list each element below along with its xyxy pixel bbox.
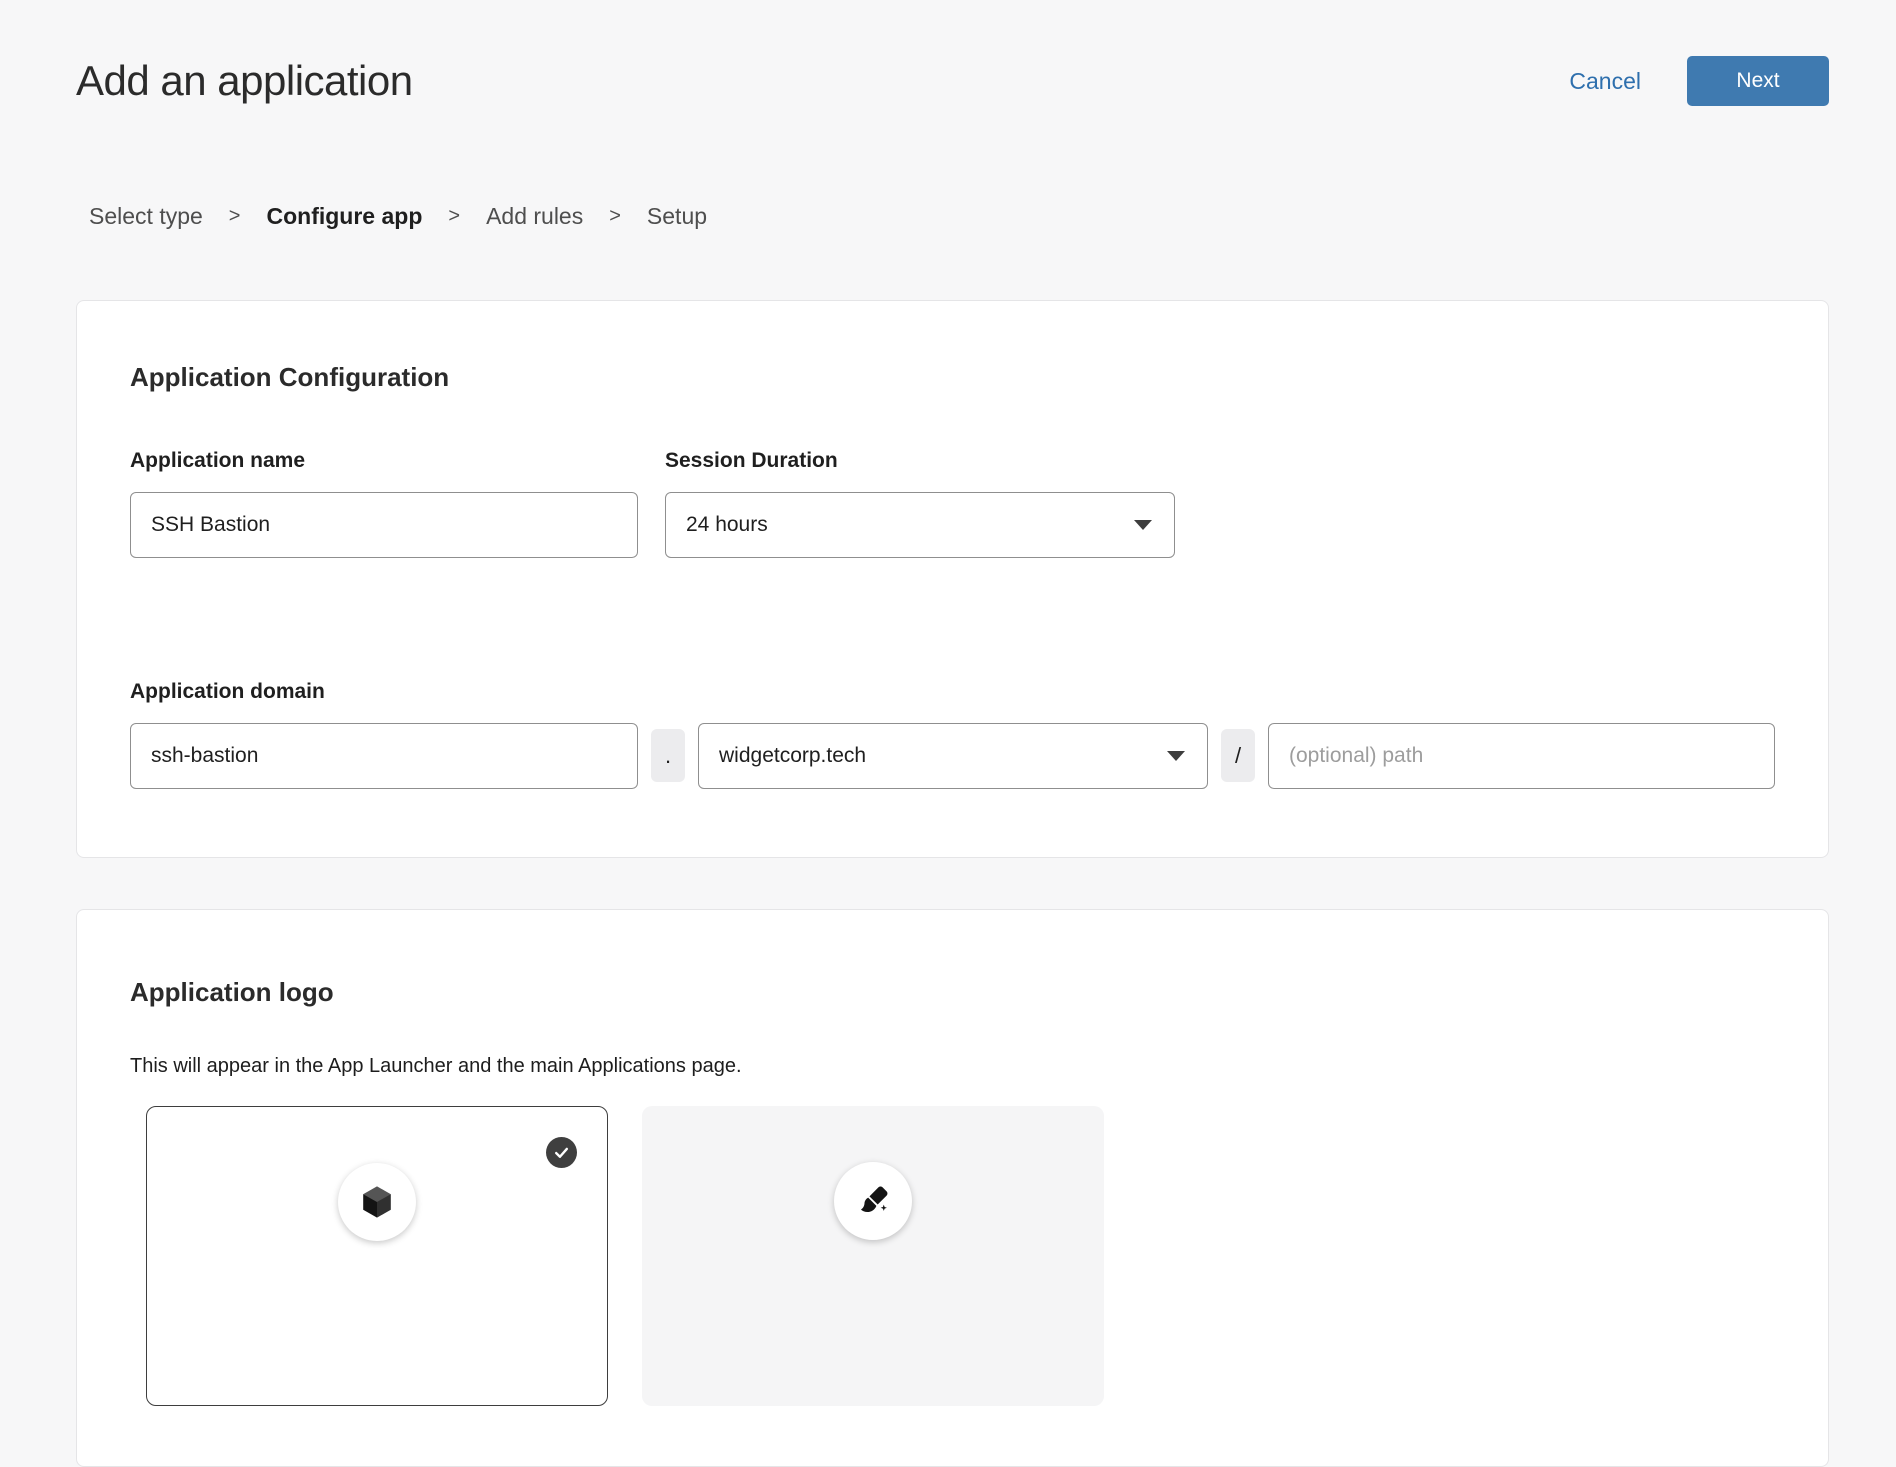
session-duration-field-group: Session Duration 24 hours bbox=[665, 449, 1175, 558]
next-button[interactable]: Next bbox=[1687, 56, 1829, 106]
paintbrush-icon bbox=[856, 1184, 890, 1218]
step-configure-app[interactable]: Configure app bbox=[266, 203, 422, 230]
breadcrumb-separator: > bbox=[448, 205, 460, 228]
cube-icon bbox=[359, 1184, 395, 1220]
domain-select[interactable]: widgetcorp.tech bbox=[698, 723, 1208, 789]
session-duration-label: Session Duration bbox=[665, 449, 1175, 473]
breadcrumb-separator: > bbox=[609, 205, 621, 228]
section-title-application-logo: Application logo bbox=[130, 978, 1775, 1008]
domain-dot-separator: . bbox=[651, 729, 685, 782]
chevron-down-icon bbox=[1167, 751, 1185, 761]
application-domain-field-group: Application domain . widgetcorp.tech / bbox=[130, 680, 1775, 789]
page-header: Add an application Cancel Next bbox=[76, 56, 1829, 106]
breadcrumb: Select type > Configure app > Add rules … bbox=[89, 203, 1829, 230]
page-title: Add an application bbox=[76, 57, 413, 105]
application-name-input[interactable] bbox=[130, 492, 638, 558]
path-slash-separator: / bbox=[1221, 729, 1255, 782]
step-select-type[interactable]: Select type bbox=[89, 203, 203, 230]
session-duration-value: 24 hours bbox=[686, 513, 768, 537]
application-domain-row: . widgetcorp.tech / bbox=[130, 723, 1775, 789]
path-input[interactable] bbox=[1268, 723, 1775, 789]
logo-option-default[interactable] bbox=[146, 1106, 608, 1406]
logo-description: This will appear in the App Launcher and… bbox=[130, 1054, 1775, 1078]
default-logo-preview bbox=[338, 1163, 416, 1241]
section-title-application-configuration: Application Configuration bbox=[130, 363, 1775, 393]
application-name-label: Application name bbox=[130, 449, 638, 473]
cancel-button[interactable]: Cancel bbox=[1569, 68, 1641, 95]
selected-check-icon bbox=[546, 1137, 577, 1168]
logo-option-custom[interactable] bbox=[642, 1106, 1104, 1406]
session-duration-select[interactable]: 24 hours bbox=[665, 492, 1175, 558]
chevron-down-icon bbox=[1134, 520, 1152, 530]
custom-logo-preview bbox=[834, 1162, 912, 1240]
logo-options bbox=[146, 1106, 1775, 1406]
header-actions: Cancel Next bbox=[1569, 56, 1829, 106]
step-setup[interactable]: Setup bbox=[647, 203, 707, 230]
application-name-field-group: Application name bbox=[130, 449, 638, 558]
step-add-rules[interactable]: Add rules bbox=[486, 203, 583, 230]
subdomain-input[interactable] bbox=[130, 723, 638, 789]
domain-select-value: widgetcorp.tech bbox=[719, 744, 866, 768]
application-domain-label: Application domain bbox=[130, 680, 1775, 704]
application-logo-card: Application logo This will appear in the… bbox=[76, 909, 1829, 1467]
page: Add an application Cancel Next Select ty… bbox=[76, 0, 1829, 1467]
application-configuration-card: Application Configuration Application na… bbox=[76, 300, 1829, 858]
breadcrumb-separator: > bbox=[229, 205, 241, 228]
name-session-row: Application name Session Duration 24 hou… bbox=[130, 449, 1775, 558]
